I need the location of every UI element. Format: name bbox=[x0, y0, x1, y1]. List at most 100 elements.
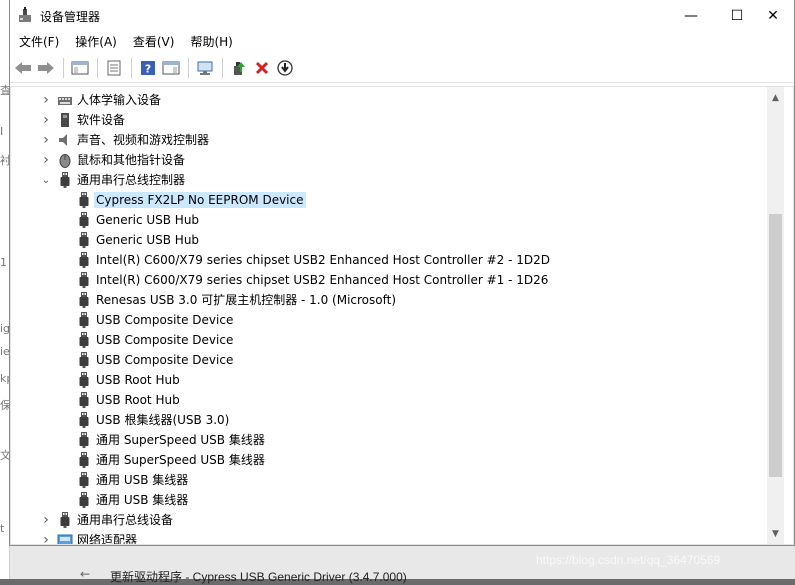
update-driver-button[interactable] bbox=[228, 57, 250, 79]
chevron-down-icon: ▼ bbox=[772, 528, 779, 539]
mouse-icon bbox=[59, 154, 71, 168]
tree-device-item[interactable]: Intel(R) C600/X79 series chipset USB2 En… bbox=[11, 270, 767, 290]
tree-category[interactable]: › 通用串行总线设备 bbox=[11, 510, 767, 530]
disable-device-button[interactable] bbox=[274, 57, 296, 79]
background-task-text: 更新驱动程序 - Cypress USB Generic Driver (3.4… bbox=[110, 570, 407, 584]
tree-device-item[interactable]: Intel(R) C600/X79 series chipset USB2 En… bbox=[11, 250, 767, 270]
action-pane-icon bbox=[162, 61, 180, 74]
toolbar-separator bbox=[188, 57, 189, 78]
close-button[interactable]: ✕ bbox=[750, 0, 795, 31]
device-manager-window: 设备管理器 — ☐ ✕ 文件(F) 操作(A) 查看(V) 帮助(H) ? › … bbox=[9, 0, 795, 546]
scroll-thumb[interactable] bbox=[769, 214, 782, 477]
tree-device-item[interactable]: USB 根集线器(USB 3.0) bbox=[11, 410, 767, 430]
device-tree[interactable]: › 人体学输入设备 › 软件设备 › 声音、视频和游戏控制器 › 鼠标和其他指针设备 ⌄ 通用串行… bbox=[11, 87, 767, 544]
tree-device-item[interactable]: Renesas USB 3.0 可扩展主机控制器 - 1.0 (Microsof… bbox=[11, 290, 767, 310]
hid-icon bbox=[58, 97, 72, 105]
tree-item-label: 声音、视频和游戏控制器 bbox=[77, 133, 210, 147]
tree-item-label: 通用串行总线控制器 bbox=[77, 173, 186, 187]
usb-icon bbox=[79, 472, 89, 488]
chevron-right-icon[interactable]: › bbox=[40, 90, 52, 110]
tree-device-item[interactable]: 通用 USB 集线器 bbox=[11, 470, 767, 490]
chevron-right-icon[interactable]: › bbox=[40, 110, 52, 130]
chevron-right-icon[interactable]: › bbox=[40, 510, 52, 530]
tree-item-label: 通用 USB 集线器 bbox=[96, 493, 189, 507]
usb-icon bbox=[60, 172, 70, 188]
tree-device-item[interactable]: 通用 SuperSpeed USB 集线器 bbox=[11, 430, 767, 450]
chevron-up-icon: ▲ bbox=[772, 92, 779, 103]
chevron-right-icon[interactable]: › bbox=[40, 530, 52, 544]
maximize-icon: ☐ bbox=[730, 7, 744, 24]
vertical-scrollbar[interactable]: ▲ ▼ bbox=[767, 87, 784, 544]
scroll-up-button[interactable]: ▲ bbox=[767, 89, 784, 106]
chevron-down-icon[interactable]: ⌄ bbox=[40, 170, 52, 190]
help-button[interactable]: ? bbox=[137, 57, 159, 79]
toolbar-separator bbox=[222, 57, 223, 78]
menu-file[interactable]: 文件(F) bbox=[13, 31, 65, 53]
back-button[interactable] bbox=[12, 57, 34, 79]
action-pane-button[interactable] bbox=[160, 57, 182, 79]
tree-item-label: 通用 SuperSpeed USB 集线器 bbox=[96, 453, 265, 467]
tree-item-label: 软件设备 bbox=[77, 113, 126, 127]
usb-icon bbox=[79, 372, 89, 388]
tree-device-item[interactable]: USB Composite Device bbox=[11, 330, 767, 350]
scan-hardware-button[interactable] bbox=[194, 57, 216, 79]
tree-item-label: Generic USB Hub bbox=[96, 233, 200, 247]
tree-item-label: USB Composite Device bbox=[96, 333, 234, 347]
tree-device-item[interactable]: 通用 USB 集线器 bbox=[11, 490, 767, 510]
menu-action[interactable]: 操作(A) bbox=[69, 31, 123, 53]
tree-category[interactable]: › 软件设备 bbox=[11, 110, 767, 130]
tree-item-label: 鼠标和其他指针设备 bbox=[77, 153, 186, 167]
device-manager-icon bbox=[19, 7, 31, 22]
uninstall-icon bbox=[255, 61, 269, 74]
usb-icon bbox=[79, 352, 89, 368]
device-tree-panel: › 人体学输入设备 › 软件设备 › 声音、视频和游戏控制器 › 鼠标和其他指针设备 ⌄ 通用串行… bbox=[10, 86, 794, 545]
tree-category[interactable]: › 鼠标和其他指针设备 bbox=[11, 150, 767, 170]
usb-icon bbox=[79, 252, 89, 268]
close-icon: ✕ bbox=[767, 7, 779, 24]
tree-item-label: USB Root Hub bbox=[96, 373, 180, 387]
forward-button[interactable] bbox=[35, 57, 57, 79]
update-driver-icon bbox=[234, 61, 245, 75]
properties-icon bbox=[107, 60, 121, 75]
tree-item-label: Intel(R) C600/X79 series chipset USB2 En… bbox=[96, 273, 549, 287]
software-device-icon bbox=[61, 113, 69, 127]
disable-device-icon bbox=[277, 59, 293, 76]
usb-icon bbox=[79, 192, 89, 208]
usb-icon bbox=[79, 312, 89, 328]
chevron-right-icon[interactable]: › bbox=[40, 130, 52, 150]
tree-category[interactable]: › 声音、视频和游戏控制器 bbox=[11, 130, 767, 150]
tree-item-label: Generic USB Hub bbox=[96, 213, 200, 227]
show-hide-tree-button[interactable] bbox=[69, 57, 91, 79]
menu-view[interactable]: 查看(V) bbox=[127, 31, 181, 53]
tree-device-item[interactable]: Generic USB Hub bbox=[11, 230, 767, 250]
toolbar-separator bbox=[63, 57, 64, 78]
menu-help[interactable]: 帮助(H) bbox=[184, 31, 238, 53]
tree-device-item[interactable]: Cypress FX2LP No EEPROM Device bbox=[11, 190, 767, 210]
tree-category[interactable]: › 网络适配器 bbox=[11, 530, 767, 544]
tree-device-item[interactable]: USB Root Hub bbox=[11, 370, 767, 390]
tree-item-label: 通用串行总线设备 bbox=[77, 513, 174, 527]
tree-device-item[interactable]: 通用 SuperSpeed USB 集线器 bbox=[11, 450, 767, 470]
tree-device-item[interactable]: USB Composite Device bbox=[11, 350, 767, 370]
show-hide-tree-icon bbox=[71, 61, 89, 74]
tree-device-item[interactable]: Generic USB Hub bbox=[11, 210, 767, 230]
scroll-down-button[interactable]: ▼ bbox=[767, 525, 784, 542]
properties-button[interactable] bbox=[103, 57, 125, 79]
watermark: https://blog.csdn.net/qq_36470569 bbox=[536, 553, 721, 567]
chevron-right-icon[interactable]: › bbox=[40, 150, 52, 170]
tree-device-item[interactable]: USB Composite Device bbox=[11, 310, 767, 330]
tree-item-label: Cypress FX2LP No EEPROM Device bbox=[94, 192, 306, 208]
uninstall-button[interactable] bbox=[251, 57, 273, 79]
window-title: 设备管理器 bbox=[40, 10, 101, 24]
tree-category[interactable]: ⌄ 通用串行总线控制器 bbox=[11, 170, 767, 190]
minimize-icon: — bbox=[684, 7, 698, 24]
usb-icon bbox=[60, 512, 70, 528]
title-bar[interactable]: 设备管理器 — ☐ ✕ bbox=[10, 0, 794, 31]
minimize-button[interactable]: — bbox=[668, 0, 714, 31]
toolbar-separator bbox=[131, 57, 132, 78]
usb-icon bbox=[79, 452, 89, 468]
usb-icon bbox=[79, 212, 89, 228]
tree-category[interactable]: › 人体学输入设备 bbox=[11, 90, 767, 110]
tree-device-item[interactable]: USB Root Hub bbox=[11, 390, 767, 410]
network-adapter-icon bbox=[57, 534, 73, 544]
